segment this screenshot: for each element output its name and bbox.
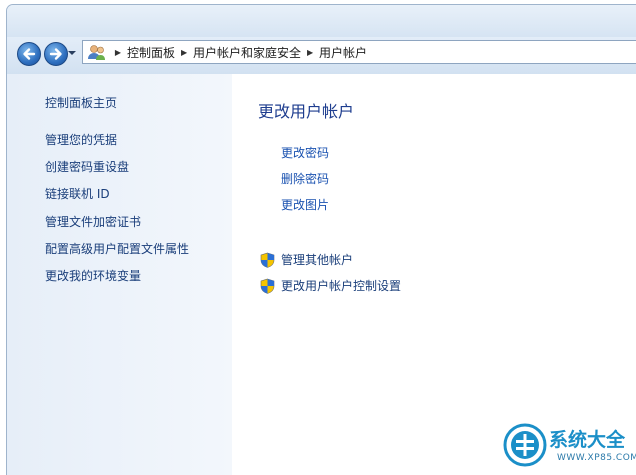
watermark-logo-icon <box>503 423 547 467</box>
change-password-link[interactable]: 更改密码 <box>281 144 329 161</box>
breadcrumb-user-accounts[interactable]: 用户帐户 <box>319 44 367 61</box>
forward-button[interactable] <box>44 42 68 66</box>
page-title: 更改用户帐户 <box>258 102 355 121</box>
recent-pages-dropdown[interactable] <box>67 48 77 58</box>
change-picture-link[interactable]: 更改图片 <box>281 196 329 213</box>
sidebar-item-manage-encryption-certs[interactable]: 管理文件加密证书 <box>45 213 141 230</box>
sidebar-item-link-online-id[interactable]: 链接联机 ID <box>45 185 110 202</box>
chevron-down-icon <box>68 51 76 55</box>
manage-other-accounts-label: 管理其他帐户 <box>281 253 354 267</box>
user-accounts-icon <box>88 45 105 60</box>
change-uac-settings-link[interactable]: 更改用户帐户控制设置 <box>260 277 401 294</box>
breadcrumb-user-accounts-family-safety[interactable]: 用户帐户和家庭安全 <box>193 44 301 61</box>
watermark: 系统大全 WWW.XP85.COM <box>497 421 636 475</box>
sidebar-item-create-reset-disk[interactable]: 创建密码重设盘 <box>45 158 129 175</box>
arrow-right-icon <box>49 48 62 60</box>
sidebar-item-environment-variables[interactable]: 更改我的环境变量 <box>45 267 141 284</box>
address-bar[interactable]: ▶ 控制面板 ▶ 用户帐户和家庭安全 ▶ 用户帐户 <box>82 40 636 64</box>
breadcrumb-separator-icon[interactable]: ▶ <box>305 48 315 57</box>
title-bar <box>7 5 636 37</box>
breadcrumb-control-panel[interactable]: 控制面板 <box>127 44 175 61</box>
breadcrumb-separator-icon[interactable]: ▶ <box>179 48 189 57</box>
sidebar-item-advanced-profile-properties[interactable]: 配置高级用户配置文件属性 <box>45 240 189 257</box>
breadcrumb-separator-icon[interactable]: ▶ <box>113 48 123 57</box>
watermark-title: 系统大全 <box>549 429 626 451</box>
sidebar-item-manage-credentials[interactable]: 管理您的凭据 <box>45 131 117 148</box>
change-uac-settings-label: 更改用户帐户控制设置 <box>281 279 402 293</box>
shield-icon <box>260 278 275 294</box>
manage-other-accounts-link[interactable]: 管理其他帐户 <box>260 251 353 268</box>
arrow-left-icon <box>23 48 36 60</box>
shield-icon <box>260 252 275 268</box>
back-button[interactable] <box>17 42 41 66</box>
sidebar-item-control-panel-home[interactable]: 控制面板主页 <box>45 94 117 111</box>
remove-password-link[interactable]: 删除密码 <box>281 170 329 187</box>
watermark-url: WWW.XP85.COM <box>557 453 636 463</box>
